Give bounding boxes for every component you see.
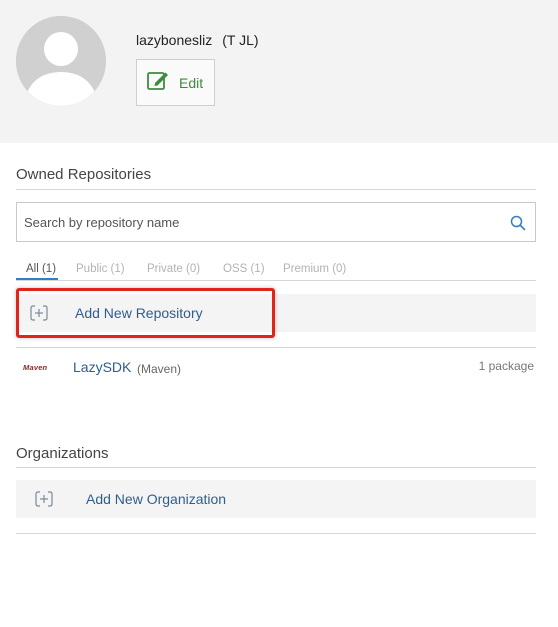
tab-private[interactable]: Private (0) — [147, 263, 200, 275]
username: lazybonesliz — [136, 32, 213, 48]
add-new-repository-label: Add New Repository — [75, 305, 203, 321]
default-user-icon — [16, 16, 106, 106]
search-icon[interactable] — [510, 215, 526, 236]
maven-logo-icon: Maven — [23, 363, 48, 372]
user-fullname: (T JL) — [222, 32, 259, 48]
repository-name-link[interactable]: LazySDK — [73, 359, 131, 375]
avatar[interactable] — [16, 16, 106, 106]
tab-oss[interactable]: OSS (1) — [223, 263, 265, 275]
add-icon — [34, 490, 54, 513]
repository-search — [16, 202, 536, 242]
list-item: Maven LazySDK (Maven) 1 package — [16, 348, 536, 388]
add-new-organization-label: Add New Organization — [86, 491, 227, 507]
add-icon — [29, 304, 49, 327]
edit-profile-button[interactable]: Edit — [136, 59, 215, 106]
tab-public[interactable]: Public (1) — [76, 263, 125, 275]
edit-label: Edit — [179, 74, 204, 91]
user-identity: lazybonesliz (T JL) — [136, 32, 259, 48]
divider — [16, 189, 536, 190]
package-count: 1 package — [478, 359, 534, 373]
profile-header: lazybonesliz (T JL) Edit — [0, 0, 558, 143]
organizations-heading: Organizations — [16, 445, 109, 462]
divider — [16, 533, 536, 534]
add-new-repository-button[interactable]: Add New Repository — [16, 294, 536, 332]
repository-tabs: All (1) Public (1) Private (0) OSS (1) P… — [16, 262, 536, 281]
tab-all[interactable]: All (1) — [26, 263, 56, 275]
active-tab-indicator — [16, 278, 58, 280]
repository-search-input[interactable] — [17, 203, 497, 241]
edit-icon — [146, 68, 170, 97]
tab-premium[interactable]: Premium (0) — [283, 263, 346, 275]
repository-type: (Maven) — [137, 362, 182, 376]
add-new-organization-button[interactable]: Add New Organization — [16, 480, 536, 518]
owned-repositories-heading: Owned Repositories — [16, 166, 152, 183]
divider — [16, 467, 536, 468]
